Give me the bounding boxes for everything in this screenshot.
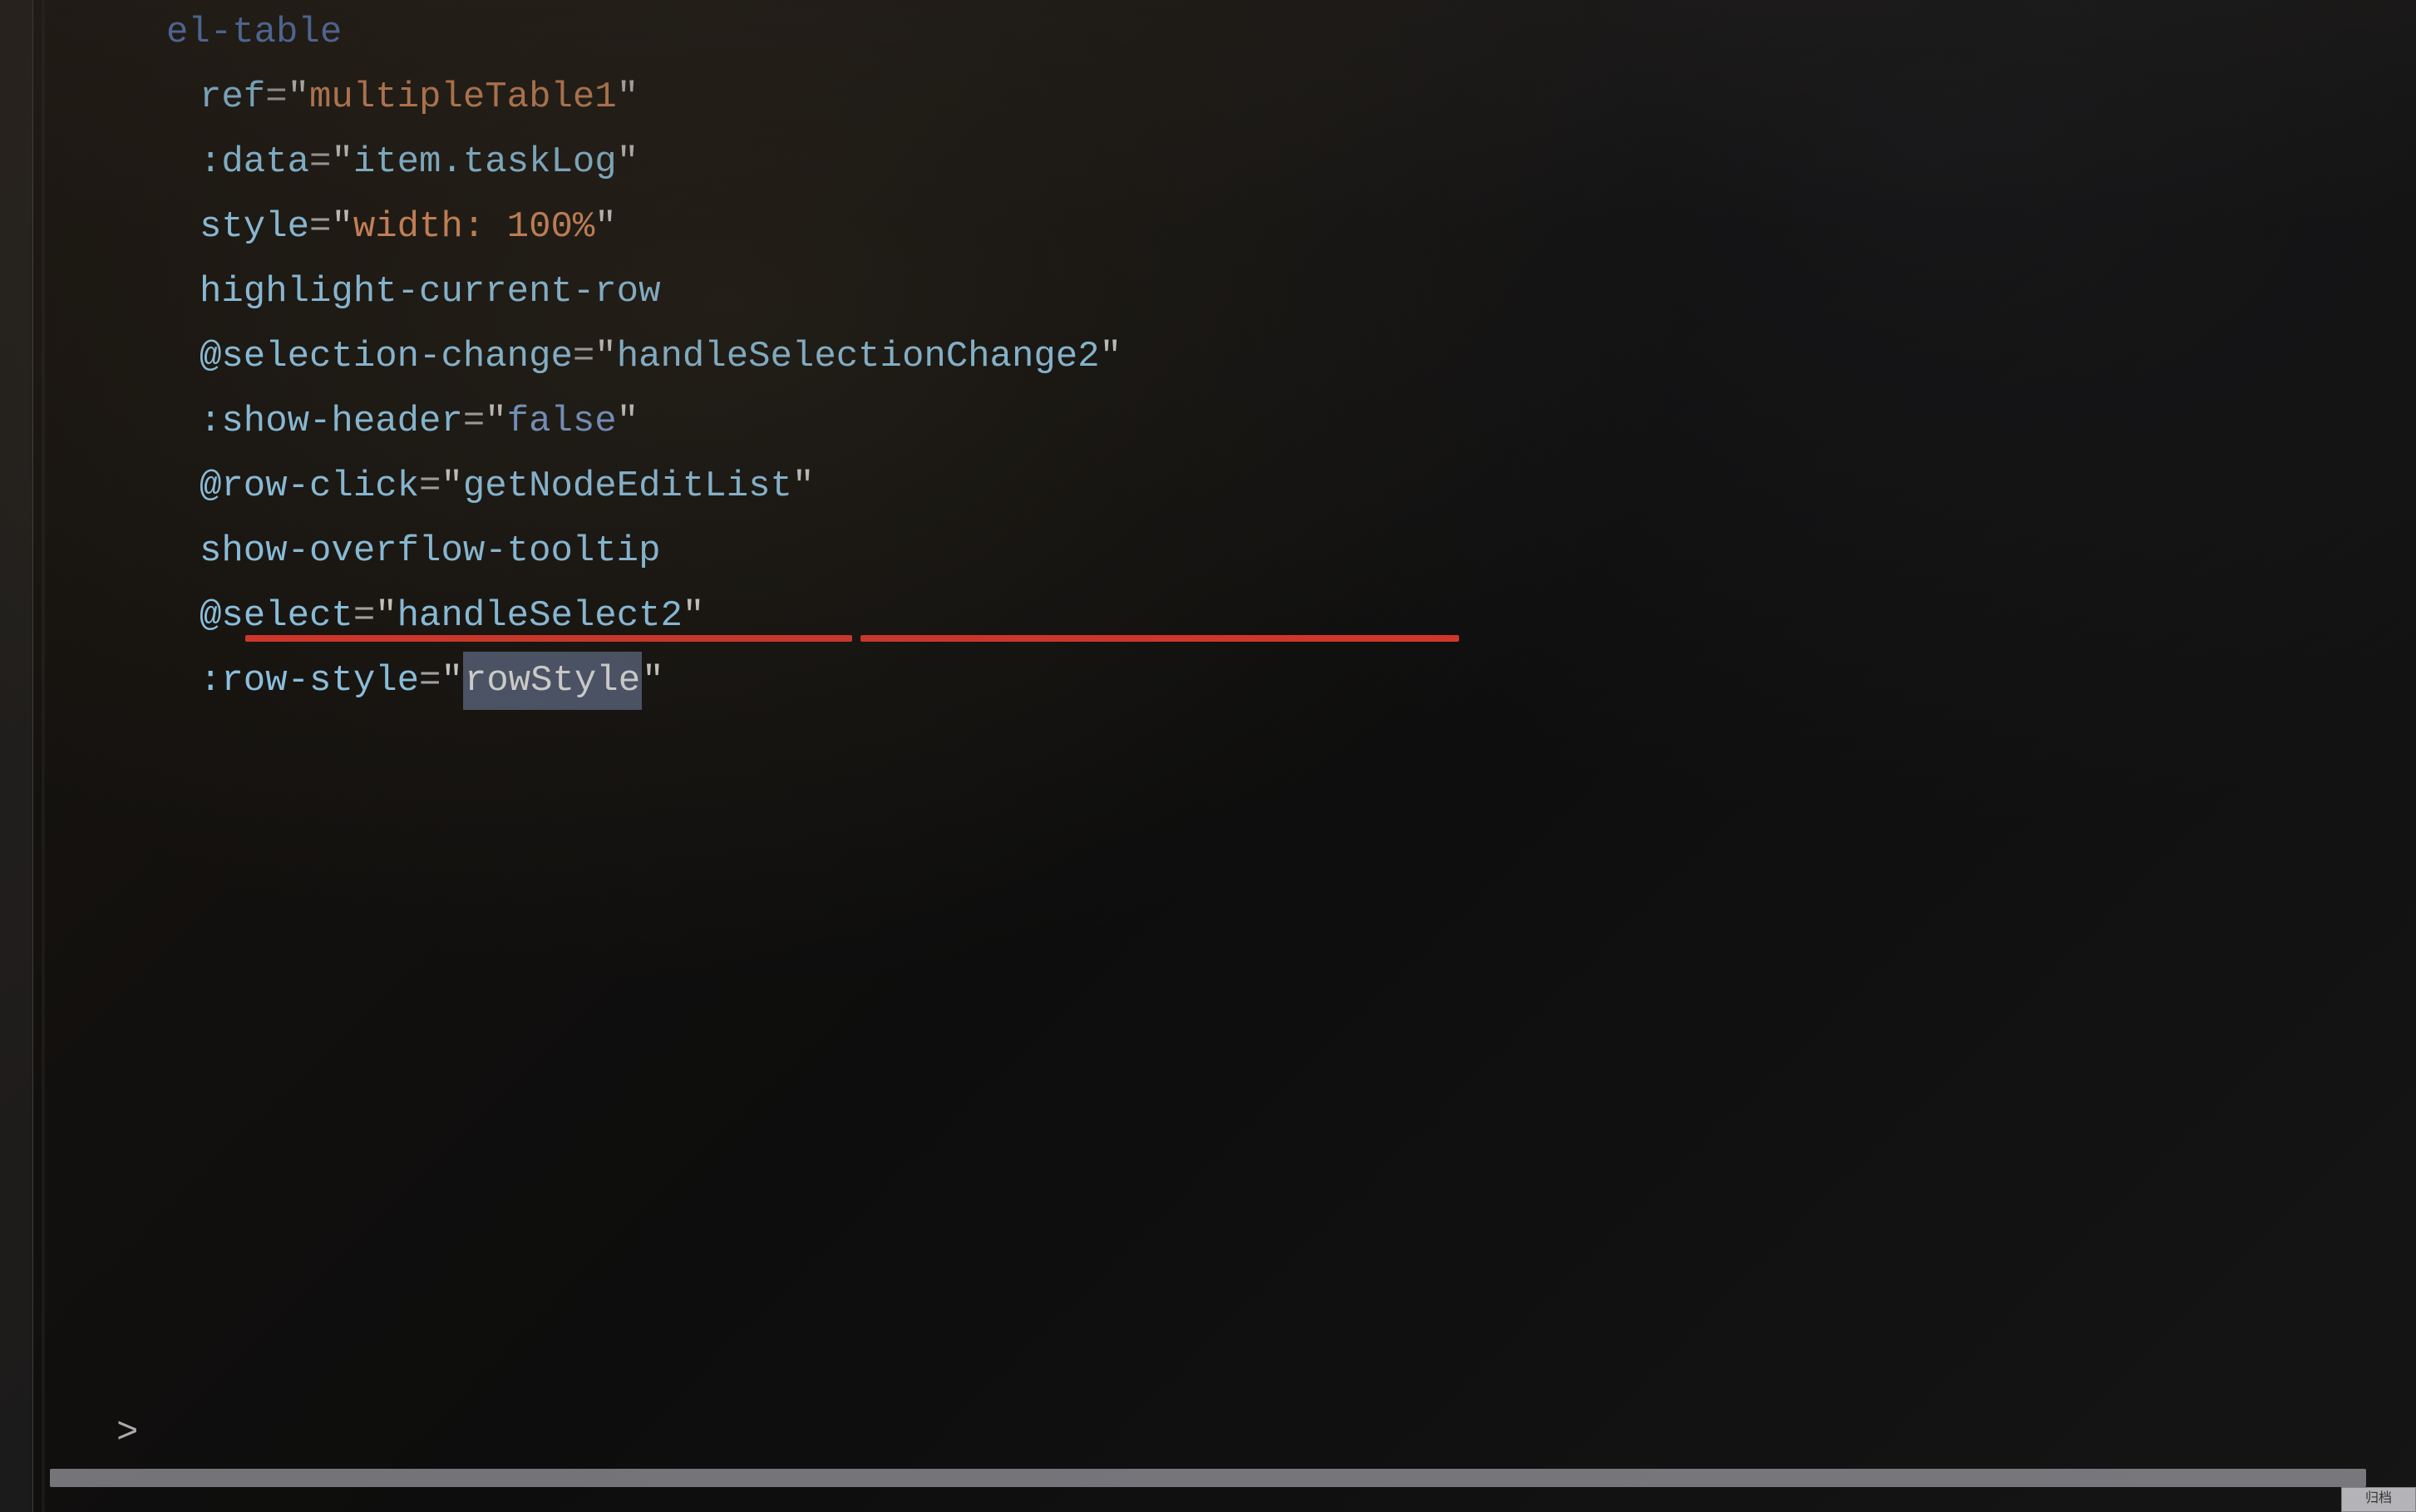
quote-close: ": [617, 392, 639, 451]
code-editor[interactable]: el-table ref="multipleTable1" :data="ite…: [0, 0, 2416, 1512]
error-squiggle-icon: [860, 635, 1459, 642]
attr-value: multipleTable1: [309, 68, 617, 126]
attr-value: handleSelectionChange2: [617, 328, 1100, 386]
quote-open: ": [441, 457, 462, 515]
quote-close: ": [617, 68, 639, 126]
selected-text[interactable]: rowStyle: [463, 652, 642, 710]
equals-sign: =: [309, 198, 331, 256]
attr-value: false: [507, 392, 617, 451]
attr-name: show-overflow-tooltip: [200, 522, 661, 580]
error-squiggle-icon: [245, 635, 852, 642]
editor-fold-guide: [42, 0, 45, 1512]
code-block[interactable]: el-table ref="multipleTable1" :data="ite…: [100, 0, 2399, 713]
code-line-closing[interactable]: >: [116, 1404, 138, 1462]
equals-sign: =: [419, 652, 441, 710]
code-line-attr-style[interactable]: style="width: 100%": [100, 195, 2399, 259]
horizontal-scrollbar[interactable]: [50, 1469, 2366, 1487]
equals-sign: =: [419, 457, 441, 515]
attr-value: getNodeEditList: [463, 457, 792, 515]
quote-open: ": [485, 392, 506, 451]
code-line-attr-highlight[interactable]: highlight-current-row: [100, 259, 2399, 324]
status-text: 归档: [2365, 1489, 2392, 1510]
tag-name: el-table: [166, 3, 342, 62]
code-line-attr-selection-change[interactable]: @selection-change="handleSelectionChange…: [100, 324, 2399, 389]
quote-close: ": [642, 652, 663, 710]
quote-open: ": [331, 133, 353, 191]
attr-name: @row-click: [200, 457, 419, 515]
editor-gutter: [0, 0, 33, 1512]
attr-value: item.taskLog: [353, 133, 617, 191]
attr-value: width: 100%: [353, 198, 594, 256]
equals-sign: =: [463, 392, 485, 451]
attr-name: :show-header: [200, 392, 463, 451]
attr-name: style: [200, 198, 309, 256]
attr-name: highlight-current-row: [200, 263, 661, 321]
quote-open: ": [441, 652, 462, 710]
code-line-attr-overflow-tooltip[interactable]: show-overflow-tooltip: [100, 519, 2399, 584]
quote-open: ": [594, 328, 616, 386]
code-line-attr-show-header[interactable]: :show-header="false": [100, 389, 2399, 454]
attr-name: @selection-change: [200, 328, 573, 386]
code-line-tag[interactable]: el-table: [100, 0, 2399, 65]
quote-close: ": [594, 198, 616, 256]
quote-close: ": [1100, 328, 1122, 386]
quote-open: ": [288, 68, 309, 126]
quote-open: ": [331, 198, 353, 256]
code-line-attr-row-click[interactable]: @row-click="getNodeEditList": [100, 454, 2399, 519]
equals-sign: =: [573, 328, 594, 386]
attr-name: :data: [200, 133, 309, 191]
code-line-attr-ref[interactable]: ref="multipleTable1": [100, 65, 2399, 130]
attr-name: ref: [200, 68, 265, 126]
quote-close: ": [617, 133, 639, 191]
code-line-attr-data[interactable]: :data="item.taskLog": [100, 130, 2399, 195]
attr-name: :row-style: [200, 652, 419, 710]
equals-sign: =: [265, 68, 287, 126]
code-line-attr-row-style[interactable]: :row-style="rowStyle": [100, 648, 2399, 713]
status-panel[interactable]: 归档: [2341, 1487, 2416, 1512]
quote-close: ": [792, 457, 814, 515]
equals-sign: =: [309, 133, 331, 191]
